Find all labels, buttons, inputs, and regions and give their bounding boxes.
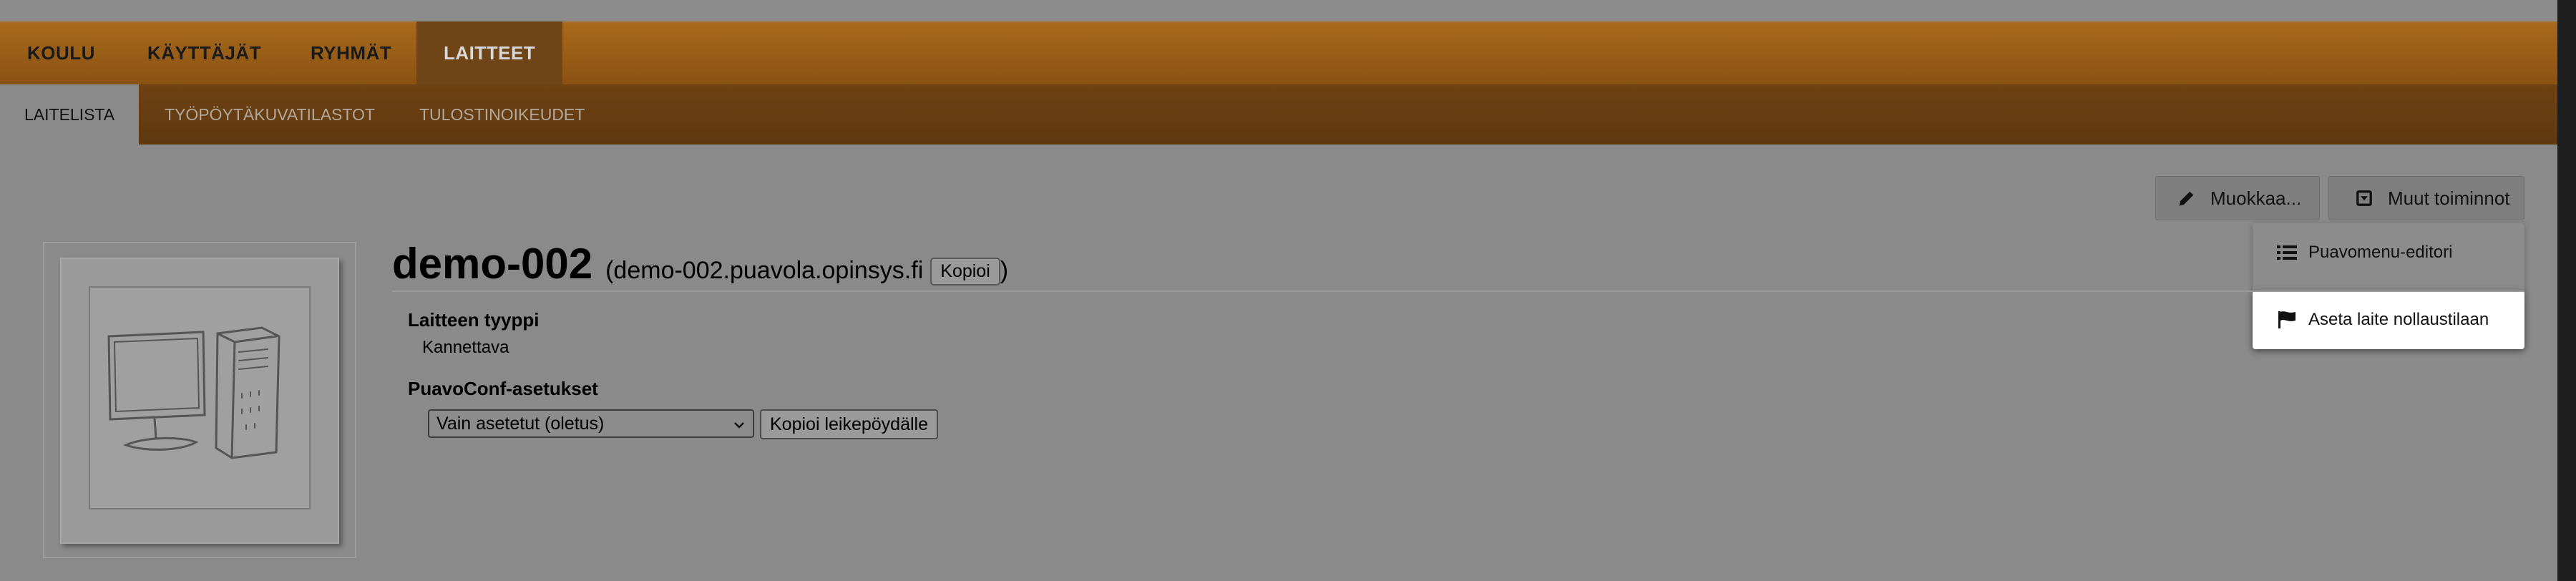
tab-kayttajat[interactable]: KÄYTTÄJÄT (147, 21, 261, 84)
subtab-tulostinoikeudet[interactable]: TULOSTINOIKEUDET (419, 84, 585, 145)
subtab-laitelista[interactable]: LAITELISTA (0, 84, 140, 145)
puavoconf-select-value: Vain asetetut (oletus) (436, 413, 605, 434)
puavoconf-label: PuavoConf-asetukset (408, 378, 598, 399)
edit-button[interactable]: Muokkaa... (2155, 176, 2320, 220)
tab-koulu[interactable]: KOULU (27, 21, 95, 84)
device-fqdn: (demo-002.puavola.opinsys.fi Kopioi) (605, 257, 1009, 285)
top-strip (0, 0, 2576, 21)
device-name: demo-002 (392, 240, 593, 288)
device-title: demo-002 (demo-002.puavola.opinsys.fi Kop… (392, 239, 1008, 296)
caret-square-down-icon (2355, 189, 2373, 208)
copy-clipboard-button[interactable]: Kopioi leikepöydälle (760, 409, 938, 439)
device-image (43, 242, 356, 558)
puavoconf-select[interactable]: Vain asetetut (oletus) (428, 409, 754, 438)
other-actions-label: Muut toiminnot (2388, 187, 2510, 209)
other-actions-button[interactable]: Muut toiminnot (2328, 176, 2524, 220)
copy-fqdn-button[interactable]: Kopioi (930, 258, 1000, 285)
menu-item-puavomenu-editor[interactable]: Puavomenu-editori (2253, 223, 2524, 282)
sub-navigation: LAITELISTA TYÖPÖYTÄKUVATILASTOT TULOSTIN… (0, 84, 2576, 145)
edit-button-label: Muokkaa... (2210, 187, 2302, 209)
menu-item-reset-device[interactable]: Aseta laite nollaustilaan (2253, 290, 2524, 349)
menu-item-label: Aseta laite nollaustilaan (2308, 310, 2489, 329)
tab-ryhmat[interactable]: RYHMÄT (311, 21, 391, 84)
device-type-label: Laitteen tyyppi (408, 309, 540, 331)
flag-icon (2277, 311, 2297, 329)
window-edge (2557, 0, 2576, 581)
device-type-value: Kannettava (422, 338, 509, 357)
other-actions-menu: Puavomenu-editori Aseta laite nollaustil… (2253, 223, 2524, 349)
desktop-computer-icon (107, 326, 280, 459)
subtab-tyopoytakuvatilastot[interactable]: TYÖPÖYTÄKUVATILASTOT (165, 84, 375, 145)
main-navigation: KOULU KÄYTTÄJÄT RYHMÄT LAITTEET (0, 21, 2576, 84)
title-divider (392, 290, 2524, 292)
list-icon (2277, 244, 2297, 261)
pencil-icon (2177, 189, 2196, 208)
chevron-down-icon (733, 416, 746, 437)
menu-item-label: Puavomenu-editori (2308, 243, 2453, 262)
tab-laitteet[interactable]: LAITTEET (416, 21, 563, 84)
